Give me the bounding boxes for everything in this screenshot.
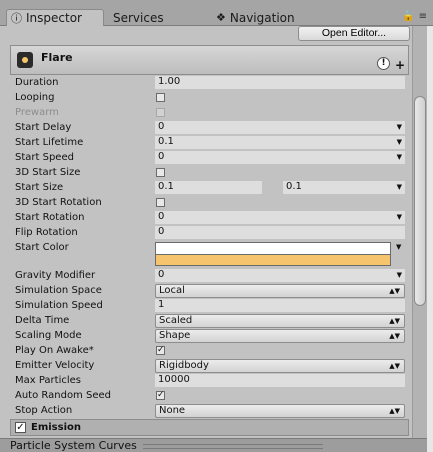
prewarm-label: Prewarm (15, 107, 59, 118)
tab-inspector-label: Inspector (26, 11, 82, 25)
tab-bar: ⓘ Inspector Services ❖ Navigation 🔒 ≡ (0, 0, 433, 26)
play-on-awake-checkbox[interactable]: ✓ (156, 346, 165, 355)
tab-controls: 🔒 ≡ (402, 11, 427, 22)
tab-services-label: Services (113, 10, 164, 25)
vertical-scrollbar[interactable] (412, 26, 427, 438)
stop-action-label: Stop Action (15, 405, 73, 416)
start-speed-value: 0 (158, 151, 165, 162)
start-color-label: Start Color (15, 242, 69, 253)
start-rotation-value: 0 (158, 211, 165, 222)
gravity-modifier-label: Gravity Modifier (15, 270, 96, 281)
start-lifetime-label: Start Lifetime (15, 137, 84, 148)
flip-rotation-label: Flip Rotation (15, 227, 78, 238)
max-particles-label: Max Particles (15, 375, 82, 386)
chevron-down-icon[interactable]: ▼ (397, 181, 402, 193)
simulation-space-value: Local (159, 285, 185, 296)
delta-time-dropdown[interactable]: Scaled ▲▼ (155, 314, 405, 328)
emitter-velocity-label: Emitter Velocity (15, 360, 95, 371)
emitter-velocity-dropdown[interactable]: Rigidbody ▲▼ (155, 359, 405, 373)
scaling-mode-dropdown[interactable]: Shape ▲▼ (155, 329, 405, 343)
emission-label: Emission (31, 422, 81, 433)
looping-label: Looping (15, 92, 55, 103)
start-rotation-3d-checkbox[interactable] (156, 198, 165, 207)
updown-arrows-icon: ▲▼ (389, 317, 400, 325)
start-speed-field[interactable]: 0 ▼ (155, 151, 405, 164)
particle-system-module-header[interactable]: Flare ! + (10, 45, 409, 75)
particle-flare-icon (17, 52, 33, 68)
tab-inspector[interactable]: ⓘ Inspector (6, 9, 104, 26)
help-icon[interactable]: ! (377, 57, 390, 70)
start-rotation-field[interactable]: 0 ▼ (155, 211, 405, 224)
simulation-speed-label: Simulation Speed (15, 300, 103, 311)
start-size-3d-checkbox[interactable] (156, 168, 165, 177)
menu-icon[interactable]: ≡ (419, 11, 427, 22)
updown-arrows-icon: ▲▼ (389, 287, 400, 295)
scaling-mode-value: Shape (159, 330, 191, 341)
start-speed-label: Start Speed (15, 152, 74, 163)
simulation-space-dropdown[interactable]: Local ▲▼ (155, 284, 405, 298)
start-delay-field[interactable]: 0 ▼ (155, 121, 405, 134)
duration-label: Duration (15, 77, 59, 88)
emission-module-header[interactable]: ✓ Emission (10, 419, 409, 436)
gravity-modifier-field[interactable]: 0 ▼ (155, 269, 405, 282)
updown-arrows-icon: ▲▼ (389, 332, 400, 340)
chevron-down-icon[interactable]: ▼ (397, 211, 402, 223)
emitter-velocity-value: Rigidbody (159, 360, 209, 371)
chevron-down-icon[interactable]: ▼ (397, 136, 402, 148)
start-rotation-label: Start Rotation (15, 212, 85, 223)
delta-time-value: Scaled (159, 315, 193, 326)
start-size-min-field[interactable]: 0.1 (155, 181, 262, 194)
duration-field[interactable]: 1.00 (155, 76, 405, 89)
delta-time-label: Delta Time (15, 315, 70, 326)
auto-random-seed-checkbox[interactable]: ✓ (156, 391, 165, 400)
chevron-down-icon[interactable]: ▼ (397, 151, 402, 163)
window-edge (427, 26, 433, 452)
updown-arrows-icon: ▲▼ (389, 362, 400, 370)
scaling-mode-label: Scaling Mode (15, 330, 82, 341)
particle-system-curves-bar[interactable]: Particle System Curves (0, 438, 427, 452)
tab-navigation-label: Navigation (229, 10, 295, 25)
stop-action-dropdown[interactable]: None ▲▼ (155, 404, 405, 418)
start-size-max-value: 0.1 (286, 181, 302, 192)
chevron-down-icon[interactable]: ▼ (397, 269, 402, 281)
resize-grip[interactable] (142, 443, 323, 449)
start-delay-value: 0 (158, 121, 165, 132)
add-module-icon[interactable]: + (395, 58, 405, 72)
open-editor-button[interactable]: Open Editor... (298, 26, 410, 41)
emission-checkbox[interactable]: ✓ (15, 422, 26, 433)
updown-arrows-icon: ▲▼ (389, 407, 400, 415)
flip-rotation-field[interactable]: 0 (155, 226, 405, 239)
start-rotation-3d-label: 3D Start Rotation (15, 197, 102, 208)
start-size-3d-label: 3D Start Size (15, 167, 81, 178)
curves-label: Particle System Curves (10, 439, 137, 452)
simulation-space-label: Simulation Space (15, 285, 102, 296)
start-size-label: Start Size (15, 182, 64, 193)
stop-action-value: None (159, 405, 186, 416)
scrollbar-thumb[interactable] (414, 96, 426, 306)
navigation-icon: ❖ (216, 11, 226, 24)
simulation-speed-field[interactable]: 1 (155, 299, 405, 312)
start-color-swatch-bottom[interactable] (155, 255, 391, 266)
info-icon: ⓘ (11, 12, 22, 25)
chevron-down-icon[interactable]: ▼ (397, 121, 402, 133)
lock-icon[interactable]: 🔒 (402, 11, 414, 22)
prewarm-checkbox (156, 108, 165, 117)
tab-services[interactable]: Services (109, 9, 189, 26)
gravity-modifier-value: 0 (158, 269, 165, 280)
tab-navigation[interactable]: ❖ Navigation (212, 9, 322, 26)
start-lifetime-field[interactable]: 0.1 ▼ (155, 136, 405, 149)
max-particles-field[interactable]: 10000 (155, 374, 405, 387)
start-lifetime-value: 0.1 (158, 136, 174, 147)
play-on-awake-label: Play On Awake* (15, 345, 94, 356)
start-delay-label: Start Delay (15, 122, 72, 133)
auto-random-seed-label: Auto Random Seed (15, 390, 111, 401)
module-title: Flare (41, 51, 73, 64)
chevron-down-icon[interactable]: ▼ (396, 243, 430, 251)
start-color-swatch-top[interactable] (155, 242, 391, 255)
start-size-max-field[interactable]: 0.1 ▼ (283, 181, 405, 194)
looping-checkbox[interactable] (156, 93, 165, 102)
